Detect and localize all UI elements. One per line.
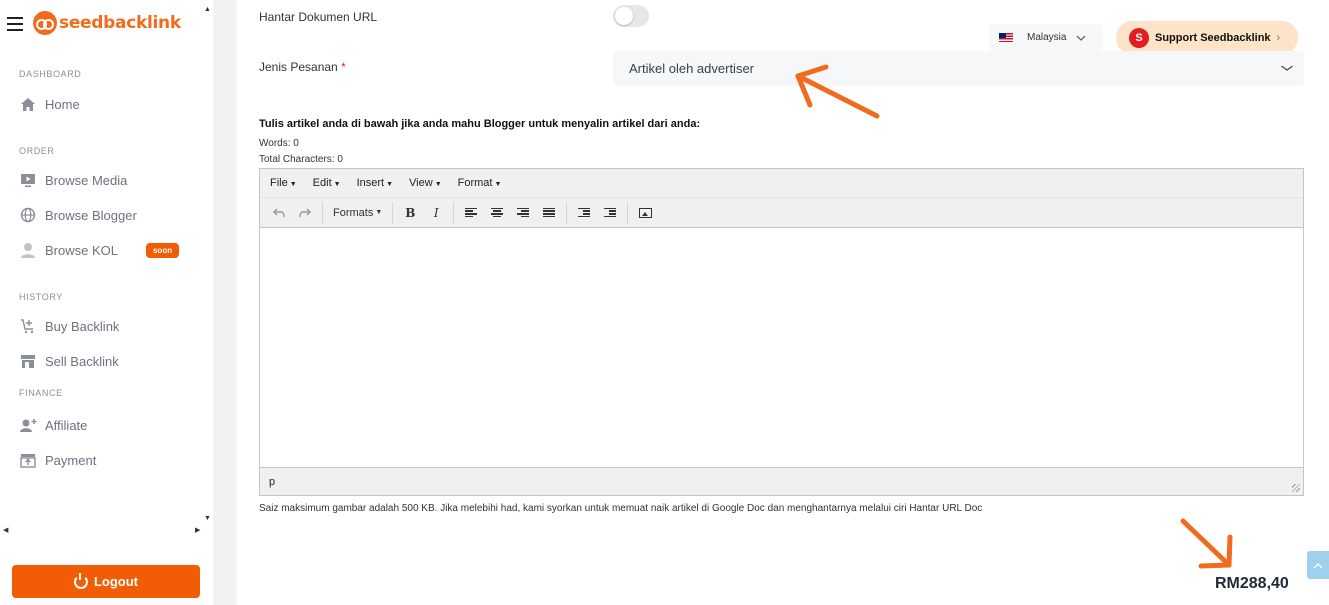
rich-text-editor: File ▼ Edit ▼ Insert ▼ View ▼ Format ▼ Format… [259, 168, 1304, 496]
align-justify-icon[interactable] [536, 202, 562, 224]
url-doc-label: Hantar Dokumen URL [259, 10, 378, 24]
editor-statusbar: p [260, 467, 1303, 495]
editor-content-area[interactable] [260, 228, 1303, 467]
home-icon [19, 95, 37, 113]
order-type-label: Jenis Pesanan * [259, 60, 346, 74]
content-gutter [213, 0, 237, 605]
order-type-label-text: Jenis Pesanan [259, 60, 338, 74]
logout-button[interactable]: Logout [12, 565, 200, 598]
globe-icon [19, 206, 37, 224]
element-path[interactable]: p [269, 476, 275, 488]
scroll-up-arrow-icon[interactable]: ▲ [204, 6, 211, 13]
redo-icon[interactable] [292, 202, 318, 224]
align-left-icon[interactable] [458, 202, 484, 224]
hamburger-menu-icon[interactable] [7, 17, 23, 31]
sidebar-item-label: Browse KOL [45, 242, 118, 258]
indent-icon[interactable] [597, 202, 623, 224]
required-marker: * [341, 60, 346, 74]
user-icon [19, 241, 37, 259]
support-button[interactable]: S Support Seedbacklink › [1116, 21, 1298, 54]
section-dashboard: DASHBOARD [19, 69, 82, 79]
country-selector[interactable]: Malaysia [989, 24, 1103, 51]
order-type-value: Artikel oleh advertiser [629, 61, 754, 76]
sidebar-item-label: Payment [45, 452, 97, 468]
word-count: Words: 0 [259, 138, 299, 149]
toolbar-separator [453, 201, 455, 224]
chevron-down-icon [1076, 33, 1086, 43]
editor-menubar: File ▼ Edit ▼ Insert ▼ View ▼ Format ▼ [260, 169, 1303, 198]
sidebar-item-affiliate[interactable]: Affiliate [19, 416, 87, 434]
italic-button[interactable]: I [423, 202, 449, 224]
sidebar-item-label: Browse Media [45, 172, 128, 188]
cart-plus-icon [19, 317, 37, 335]
menu-format[interactable]: Format ▼ [450, 177, 510, 189]
scroll-left-arrow-icon[interactable]: ◀ [3, 526, 8, 534]
section-finance: FINANCE [19, 388, 63, 398]
menu-view[interactable]: View ▼ [401, 177, 450, 189]
soon-badge: soon [145, 242, 180, 258]
insert-image-icon[interactable] [632, 202, 658, 224]
store-icon [19, 352, 37, 370]
sidebar-item-label: Buy Backlink [45, 318, 120, 334]
country-label: Malaysia [1027, 32, 1067, 43]
sidebar-item-home[interactable]: Home [19, 95, 80, 113]
toolbar-separator [392, 201, 394, 224]
chevron-down-icon [1280, 61, 1294, 75]
sidebar-item-buy-backlink[interactable]: Buy Backlink [19, 317, 119, 335]
bold-button[interactable]: B [397, 202, 423, 224]
sidebar-item-label: Browse Blogger [45, 207, 137, 223]
editor-toolbar: Formats ▼ B I [260, 198, 1303, 228]
logo-mark-icon [33, 11, 57, 35]
logo[interactable]: seedbacklink [33, 11, 181, 35]
sidebar-item-label: Affiliate [45, 417, 88, 433]
menu-file[interactable]: File ▼ [262, 177, 305, 189]
scroll-to-top-button[interactable] [1307, 551, 1329, 579]
total-price: RM288,40 [1215, 575, 1289, 592]
article-instruction: Tulis artikel anda di bawah jika anda ma… [259, 118, 701, 130]
sidebar-item-label: Sell Backlink [45, 353, 119, 369]
support-label: Support Seedbacklink [1155, 31, 1271, 44]
image-size-note: Saiz maksimum gambar adalah 500 KB. Jika… [259, 503, 983, 514]
power-icon [73, 572, 88, 589]
menu-edit[interactable]: Edit ▼ [305, 177, 349, 189]
sidebar-item-browse-blogger[interactable]: Browse Blogger [19, 206, 137, 224]
character-count: Total Characters: 0 [259, 154, 343, 165]
chevron-right-icon: › [1276, 31, 1281, 44]
undo-icon[interactable] [266, 202, 292, 224]
url-doc-toggle[interactable] [613, 5, 649, 27]
payment-upload-icon [19, 451, 37, 469]
monitor-play-icon [19, 171, 37, 189]
menu-insert[interactable]: Insert ▼ [349, 177, 401, 189]
outdent-icon[interactable] [571, 202, 597, 224]
sidebar-item-browse-media[interactable]: Browse Media [19, 171, 127, 189]
scroll-down-arrow-icon[interactable]: ▼ [204, 515, 211, 522]
sidebar: seedbacklink ▲ DASHBOARD Home ORDER Brow… [0, 0, 213, 605]
sidebar-header: seedbacklink [0, 0, 213, 46]
sidebar-item-payment[interactable]: Payment [19, 451, 96, 469]
toolbar-separator [566, 201, 568, 224]
resize-handle-icon[interactable] [1292, 484, 1300, 492]
support-avatar-icon: S [1129, 27, 1149, 48]
malaysia-flag-icon [999, 33, 1013, 42]
section-order: ORDER [19, 146, 55, 156]
logout-label: Logout [93, 574, 139, 589]
logo-text: seedbacklink [59, 13, 181, 33]
user-add-icon [19, 416, 37, 434]
toolbar-separator [322, 201, 323, 224]
order-type-select[interactable]: Artikel oleh advertiser [613, 51, 1304, 86]
formats-dropdown[interactable]: Formats ▼ [327, 202, 388, 224]
sidebar-item-label: Home [45, 96, 80, 112]
align-center-icon[interactable] [484, 202, 510, 224]
align-right-icon[interactable] [510, 202, 536, 224]
sidebar-item-browse-kol[interactable]: Browse KOL soon [19, 241, 180, 259]
toolbar-separator [627, 201, 629, 224]
sidebar-item-sell-backlink[interactable]: Sell Backlink [19, 352, 119, 370]
section-history: HISTORY [19, 292, 63, 302]
scroll-right-arrow-icon[interactable]: ▶ [195, 526, 200, 534]
